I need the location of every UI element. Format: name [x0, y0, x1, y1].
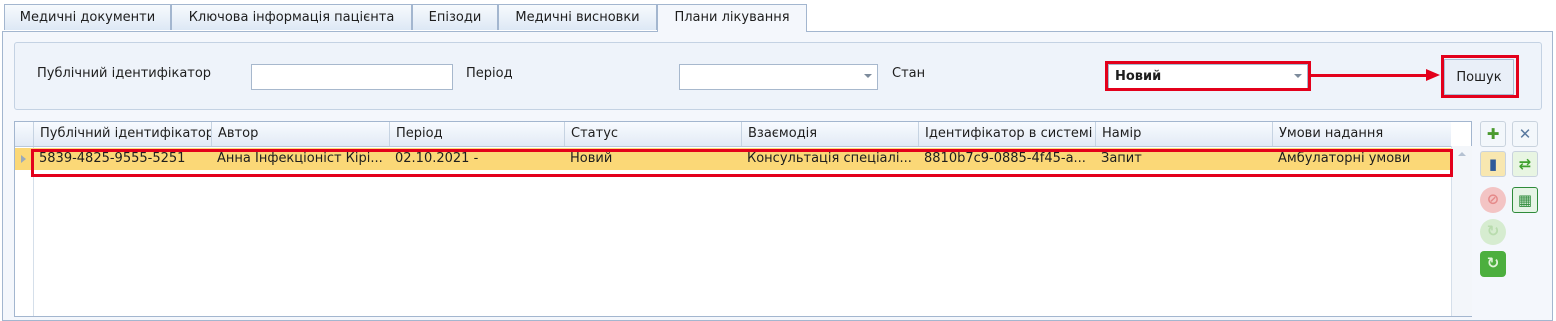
annotation-arrow-head — [1426, 69, 1440, 81]
state-value: Новий — [1115, 69, 1162, 84]
tab-treatment-plans[interactable]: Плани лікування — [657, 4, 807, 32]
column-interaction[interactable]: Взаємодія — [741, 122, 918, 146]
round-refresh-icon[interactable]: ↻ — [1480, 251, 1506, 277]
search-button[interactable]: Пошук — [1444, 59, 1514, 95]
tools-icon[interactable]: ✕ — [1512, 121, 1538, 147]
new-document-icon[interactable]: ✚ — [1480, 121, 1506, 147]
column-system-id[interactable]: Ідентифікатор в системі — [918, 122, 1095, 146]
side-toolbar: ✚ ✕ ▮ ⇄ ⊘ ▦ ↻ ↻ — [1478, 121, 1542, 281]
cell-period: 02.10.2021 - — [395, 151, 479, 166]
cell-public-id: 5839-4825-9555-5251 — [39, 151, 186, 166]
cell-system-id: 8810b7c9-0885-4f45-а... — [924, 151, 1086, 166]
state-select[interactable]: Новий — [1108, 64, 1308, 90]
cancel-icon[interactable]: ⊘ — [1480, 187, 1506, 213]
period-label: Період — [466, 66, 513, 81]
tab-key-patient-info[interactable]: Ключова інформація пацієнта — [171, 4, 412, 30]
cell-intent: Запит — [1101, 151, 1142, 166]
books-icon[interactable]: ▮ — [1480, 151, 1506, 177]
annotation-arrow-line — [1311, 74, 1431, 77]
tab-episodes[interactable]: Епізоди — [412, 4, 498, 30]
scroll-up-icon[interactable] — [1458, 152, 1466, 156]
cell-interaction: Консультація спеціалі... — [747, 151, 912, 166]
column-public-id[interactable]: Публічний ідентифікатор — [33, 122, 211, 146]
column-intent[interactable]: Намір — [1095, 122, 1272, 146]
cell-author: Анна Інфекціоніст Кірі... — [217, 151, 383, 166]
table-header: Публічний ідентифікатор Автор Період Ста… — [15, 122, 1451, 147]
tab-medical-conclusions[interactable]: Медичні висновки — [498, 4, 657, 30]
state-label: Стан — [892, 66, 926, 81]
public-id-input[interactable] — [251, 64, 453, 90]
chevron-down-icon — [864, 74, 872, 78]
refresh-arrows-icon[interactable]: ⇄ — [1512, 151, 1538, 177]
column-period[interactable]: Період — [389, 122, 564, 146]
tab-medical-documents[interactable]: Медичні документи — [4, 4, 171, 30]
table-row[interactable]: 5839-4825-9555-5251 Анна Інфекціоніст Кі… — [15, 148, 1451, 170]
column-conditions[interactable]: Умови надання — [1272, 122, 1451, 146]
public-id-label: Публічний ідентифікатор — [37, 66, 212, 81]
column-status[interactable]: Статус — [564, 122, 741, 146]
spreadsheet-icon[interactable]: ▦ — [1512, 187, 1538, 213]
round-refresh-disabled-icon[interactable]: ↻ — [1480, 219, 1506, 245]
cell-status: Новий — [570, 151, 613, 166]
period-select[interactable] — [679, 64, 878, 90]
column-author[interactable]: Автор — [211, 122, 389, 146]
treatment-plans-table: Публічний ідентифікатор Автор Період Ста… — [14, 121, 1472, 317]
row-pointer-icon — [21, 155, 26, 163]
cell-conditions: Амбулаторні умови — [1278, 151, 1411, 166]
chevron-down-icon — [1294, 74, 1302, 78]
vertical-scrollbar[interactable] — [1451, 146, 1472, 316]
